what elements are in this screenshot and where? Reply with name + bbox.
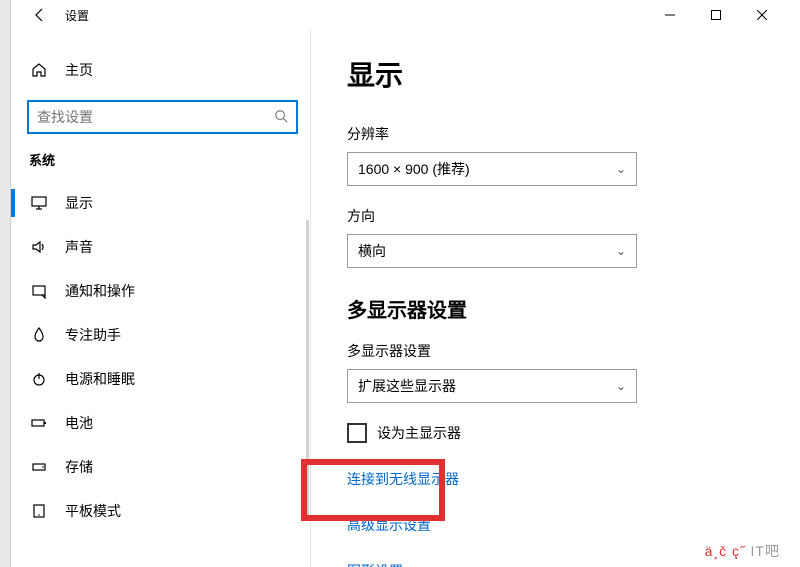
sidebar-item-power[interactable]: 电源和睡眠 bbox=[27, 357, 310, 401]
titlebar: 设置 bbox=[11, 0, 785, 30]
back-button[interactable] bbox=[25, 0, 55, 30]
resolution-label: 分辨率 bbox=[347, 124, 785, 144]
page-title: 显示 bbox=[347, 54, 785, 94]
search-icon bbox=[274, 109, 288, 126]
multi-display-value: 扩展这些显示器 bbox=[358, 376, 456, 396]
multi-display-section-title: 多显示器设置 bbox=[347, 294, 785, 323]
left-edge-strip bbox=[0, 0, 11, 567]
chevron-down-icon: ⌄ bbox=[616, 244, 626, 258]
notification-icon bbox=[29, 283, 49, 299]
monitor-icon bbox=[29, 195, 49, 211]
minimize-icon bbox=[665, 10, 675, 20]
power-icon bbox=[29, 371, 49, 387]
resolution-field: 分辨率 1600 × 900 (推荐) ⌄ bbox=[347, 124, 785, 186]
checkbox-label: 设为主显示器 bbox=[377, 423, 461, 443]
search-box[interactable] bbox=[27, 100, 298, 134]
home-link[interactable]: 主页 bbox=[27, 50, 310, 90]
multi-display-label: 多显示器设置 bbox=[347, 341, 785, 361]
category-title: 系统 bbox=[29, 150, 310, 169]
chevron-down-icon: ⌄ bbox=[616, 379, 626, 393]
search-input[interactable] bbox=[37, 109, 274, 125]
sidebar-item-battery[interactable]: 电池 bbox=[27, 401, 310, 445]
main-panel: 显示 分辨率 1600 × 900 (推荐) ⌄ 方向 横向 ⌄ 多显示器设置 … bbox=[311, 30, 785, 567]
sidebar-item-label: 声音 bbox=[65, 237, 93, 257]
tablet-icon bbox=[29, 503, 49, 519]
orientation-label: 方向 bbox=[347, 206, 785, 226]
sidebar-item-label: 平板模式 bbox=[65, 501, 121, 521]
advanced-display-link[interactable]: 高级显示设置 bbox=[347, 515, 785, 535]
storage-icon bbox=[29, 459, 49, 475]
sidebar-item-label: 专注助手 bbox=[65, 325, 121, 345]
watermark-gray: IT吧 bbox=[751, 543, 780, 559]
maximize-icon bbox=[711, 10, 721, 20]
content-area: 主页 系统 显示 声音 通知和操作 bbox=[11, 30, 785, 567]
checkbox-icon bbox=[347, 423, 367, 443]
sidebar-item-notifications[interactable]: 通知和操作 bbox=[27, 269, 310, 313]
multi-display-dropdown[interactable]: 扩展这些显示器 ⌄ bbox=[347, 369, 637, 403]
orientation-value: 横向 bbox=[358, 241, 386, 261]
graphics-settings-link[interactable]: 图形设置 bbox=[347, 561, 785, 567]
sound-icon bbox=[29, 239, 49, 255]
sidebar-item-sound[interactable]: 声音 bbox=[27, 225, 310, 269]
settings-window: 设置 主页 bbox=[11, 0, 785, 567]
nav-list: 显示 声音 通知和操作 专注助手 电源和睡眠 bbox=[27, 181, 310, 533]
orientation-dropdown[interactable]: 横向 ⌄ bbox=[347, 234, 637, 268]
sidebar-item-focus[interactable]: 专注助手 bbox=[27, 313, 310, 357]
arrow-left-icon bbox=[32, 7, 48, 23]
window-title: 设置 bbox=[65, 7, 89, 24]
close-button[interactable] bbox=[739, 0, 785, 30]
focus-icon bbox=[29, 327, 49, 343]
resolution-value: 1600 × 900 (推荐) bbox=[358, 159, 470, 179]
sidebar-item-tablet[interactable]: 平板模式 bbox=[27, 489, 310, 533]
sidebar-item-label: 通知和操作 bbox=[65, 281, 135, 301]
sidebar-item-storage[interactable]: 存储 bbox=[27, 445, 310, 489]
chevron-down-icon: ⌄ bbox=[616, 162, 626, 176]
sidebar-item-label: 电池 bbox=[65, 413, 93, 433]
wireless-display-link[interactable]: 连接到无线显示器 bbox=[347, 469, 785, 489]
window-controls bbox=[647, 0, 785, 30]
close-icon bbox=[757, 10, 767, 20]
multi-display-field: 多显示器设置 扩展这些显示器 ⌄ bbox=[347, 341, 785, 403]
home-icon bbox=[29, 62, 49, 78]
resolution-dropdown[interactable]: 1600 × 900 (推荐) ⌄ bbox=[347, 152, 637, 186]
watermark: ä¸č ç˝ IT吧 bbox=[705, 541, 780, 561]
orientation-field: 方向 横向 ⌄ bbox=[347, 206, 785, 268]
sidebar: 主页 系统 显示 声音 通知和操作 bbox=[11, 30, 311, 567]
primary-display-checkbox[interactable]: 设为主显示器 bbox=[347, 423, 785, 443]
sidebar-scrollbar[interactable] bbox=[306, 220, 309, 520]
minimize-button[interactable] bbox=[647, 0, 693, 30]
sidebar-item-label: 电源和睡眠 bbox=[65, 369, 135, 389]
battery-icon bbox=[29, 415, 49, 431]
sidebar-item-label: 存储 bbox=[65, 457, 93, 477]
maximize-button[interactable] bbox=[693, 0, 739, 30]
sidebar-item-label: 显示 bbox=[65, 193, 93, 213]
watermark-red: ä¸č ç˝ bbox=[705, 543, 746, 559]
home-label: 主页 bbox=[65, 60, 93, 80]
sidebar-item-display[interactable]: 显示 bbox=[27, 181, 310, 225]
